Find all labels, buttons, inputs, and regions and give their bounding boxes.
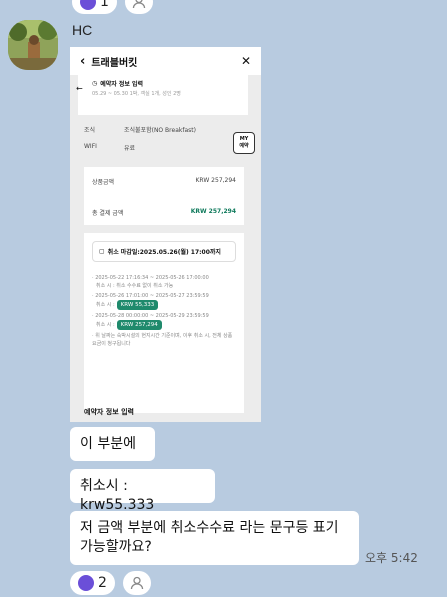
- fee-chip: KRW 257,294: [116, 320, 162, 330]
- calendar-icon: ▢: [99, 248, 105, 255]
- price-summary-card: 상품금액 KRW 257,294 총 결제 금액 KRW 257,294: [84, 167, 244, 225]
- cancellation-policy-card: ▢ 취소 마감일:2025.05.26(월) 17:00까지 · 2025-05…: [84, 233, 244, 413]
- fee-chip: KRW 55,333: [116, 300, 159, 310]
- person-icon: [130, 576, 144, 590]
- meal-value: 조식불포함(NO Breakfast): [124, 127, 196, 134]
- meal-label: 조식: [84, 127, 96, 134]
- message-bubble[interactable]: 이 부분에: [70, 427, 155, 461]
- room-details: 조식 조식불포함(NO Breakfast) WIFI 유료: [84, 125, 244, 161]
- back-icon: ‹: [80, 53, 86, 69]
- my-reservation-badge: MY 예약: [233, 132, 255, 154]
- policy-item: · 2025-05-22 17:16:34 ~ 2025-05-26 17:00…: [92, 275, 209, 281]
- like-icon: [80, 0, 96, 10]
- like-reaction-button[interactable]: 2: [70, 571, 115, 595]
- like-count: 1: [100, 0, 109, 10]
- booking-summary-card: ← ◷ 예약자 정보 입력 05.29 ~ 05.30 1박, 객실 1개, 성인…: [76, 75, 248, 115]
- policy-list: · 2025-05-22 17:16:34 ~ 2025-05-26 17:00…: [92, 274, 236, 348]
- card-title: 예약자 정보 입력: [100, 81, 144, 88]
- add-reaction-button[interactable]: [122, 571, 151, 595]
- total-price-label: 총 결제 금액: [92, 210, 124, 217]
- top-reaction-bar: 1: [72, 0, 153, 14]
- like-icon: [78, 575, 94, 591]
- message-bubble[interactable]: 저 금액 부분에 취소수수료 라는 문구등 표기 가능할까요?: [70, 511, 359, 565]
- like-reaction-button[interactable]: 1: [72, 0, 117, 14]
- app-header: ‹ 트래블버킷 ✕: [70, 47, 261, 75]
- total-price-value: KRW 257,294: [190, 208, 236, 215]
- sender-name: HC: [72, 22, 93, 38]
- like-count: 2: [98, 575, 107, 591]
- add-reaction-button[interactable]: [124, 0, 153, 14]
- card-sub: 05.29 ~ 05.30 1박, 객실 1개, 성인 2명: [92, 91, 181, 97]
- clock-icon: ◷: [92, 80, 98, 87]
- timestamp: 오후 5:42: [365, 551, 418, 565]
- app-title: 트래블버킷: [91, 57, 138, 69]
- arrow-left-icon: ←: [76, 84, 83, 93]
- message-bubble[interactable]: 취소시 : krw55.333: [70, 469, 215, 513]
- policy-footnote: · 위 날짜는 숙박시설의 현지시간 기준이며, 이후 취소 시, 전체 상품요…: [92, 333, 233, 347]
- screenshot-body: ← ◷ 예약자 정보 입력 05.29 ~ 05.30 1박, 객실 1개, 성인…: [70, 75, 261, 422]
- policy-item: · 2025-05-28 00:00:00 ~ 2025-05-29 23:59…: [92, 313, 209, 319]
- cancel-deadline: ▢ 취소 마감일:2025.05.26(월) 17:00까지: [92, 241, 236, 262]
- policy-note: 취소 시 :: [96, 322, 115, 328]
- product-price-value: KRW 257,294: [195, 177, 236, 184]
- avatar[interactable]: [8, 20, 58, 70]
- bottom-reaction-bar: 2: [70, 571, 151, 595]
- wifi-label: WIFI: [84, 143, 97, 150]
- close-icon: ✕: [240, 54, 251, 68]
- shared-screenshot[interactable]: ‹ 트래블버킷 ✕ ← ◷ 예약자 정보 입력 05.29 ~ 05.30 1박,…: [70, 47, 261, 422]
- policy-note: 취소 시 : 취소 수수료 없이 취소 가능: [96, 283, 174, 289]
- person-icon: [132, 0, 146, 9]
- policy-item: · 2025-05-26 17:01:00 ~ 2025-05-27 23:59…: [92, 293, 209, 299]
- policy-note: 취소 시 :: [96, 302, 115, 308]
- section-title: 예약자 정보 입력: [84, 408, 134, 416]
- product-price-label: 상품금액: [92, 179, 115, 186]
- wifi-value: 유료: [124, 145, 136, 152]
